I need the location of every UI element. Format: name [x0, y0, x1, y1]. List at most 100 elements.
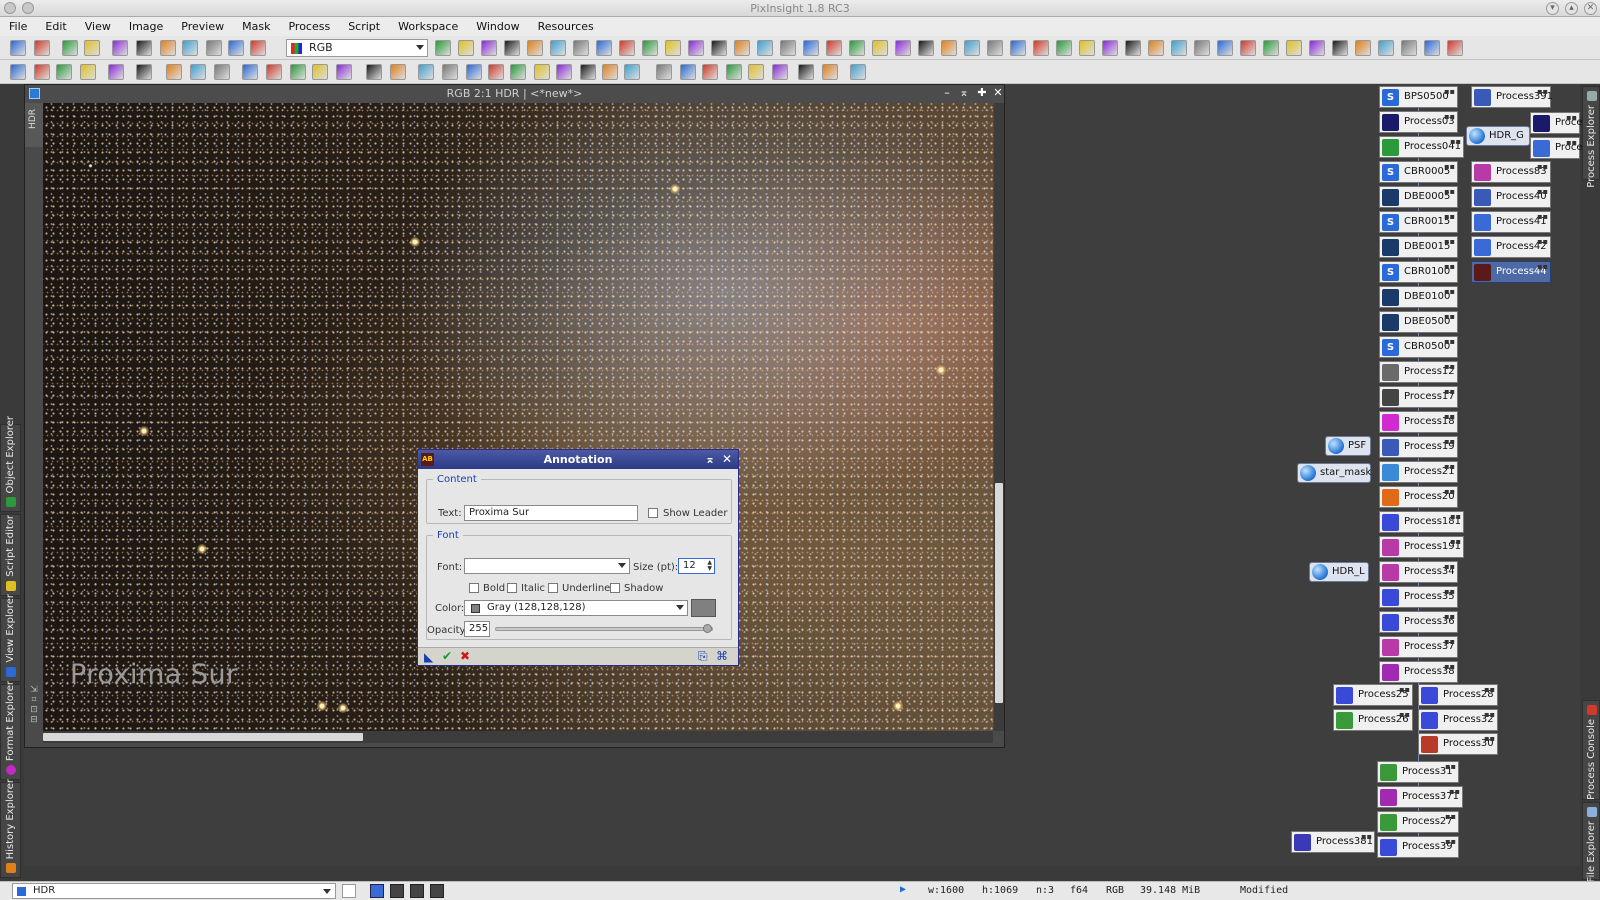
- drag-handle-icon[interactable]: ▪▪: [1399, 686, 1410, 694]
- scroll-thumb[interactable]: [995, 483, 1003, 703]
- toolbar-button-icon[interactable]: [336, 64, 352, 80]
- process-icon[interactable]: Process391 ▪▪: [1471, 86, 1553, 108]
- color-picker-button[interactable]: [691, 599, 716, 617]
- drag-handle-icon[interactable]: ▪▪: [1444, 663, 1455, 671]
- underline-label[interactable]: Underline: [562, 583, 610, 594]
- toolbar-button-icon[interactable]: [112, 40, 128, 56]
- tab-script-editor[interactable]: Script Editor: [0, 514, 21, 596]
- drag-handle-icon[interactable]: ▪▪: [1566, 114, 1577, 122]
- lock-icon[interactable]: ⇲: [25, 685, 43, 695]
- menu-edit[interactable]: Edit: [36, 17, 75, 36]
- drag-handle-icon[interactable]: ▪▪: [1444, 88, 1455, 96]
- toolbar-button-icon[interactable]: [1332, 40, 1348, 56]
- toolbar-button-icon[interactable]: [642, 40, 658, 56]
- iconize-icon[interactable]: ⌅: [957, 86, 971, 100]
- toolbar-button-icon[interactable]: [62, 40, 78, 56]
- show-leader-label[interactable]: Show Leader: [663, 508, 727, 519]
- tab-format-explorer[interactable]: Format Explorer: [0, 681, 21, 780]
- toolbar-button-icon[interactable]: [1309, 40, 1325, 56]
- toolbar-button-icon[interactable]: [918, 40, 934, 56]
- drag-handle-icon[interactable]: ▪▪: [1444, 288, 1455, 296]
- toolbar-button-icon[interactable]: [136, 64, 152, 80]
- toolbar-button-icon[interactable]: [1194, 40, 1210, 56]
- apply-icon[interactable]: ✔: [442, 649, 452, 663]
- toolbar-button-icon[interactable]: [228, 40, 244, 56]
- toolbar-button-icon[interactable]: [822, 64, 838, 80]
- toolbar-button-icon[interactable]: [680, 64, 696, 80]
- toolbar-button-icon[interactable]: [504, 40, 520, 56]
- toolbar-button-icon[interactable]: [182, 40, 198, 56]
- drag-handle-icon[interactable]: ▪▪: [1445, 838, 1456, 846]
- process-icon[interactable]: Process35 ▪▪: [1379, 586, 1458, 608]
- toolbar-button-icon[interactable]: [602, 64, 618, 80]
- drag-handle-icon[interactable]: ▪▪: [1450, 513, 1461, 521]
- toolbar-button-icon[interactable]: [580, 64, 596, 80]
- image-icon[interactable]: PSF: [1325, 436, 1371, 456]
- toolbar-button-icon[interactable]: [136, 40, 152, 56]
- toolbar-button-icon[interactable]: [266, 64, 282, 80]
- toolbar-button-icon[interactable]: [488, 64, 504, 80]
- process-icon[interactable]: DBE0015 ▪▪: [1379, 236, 1458, 258]
- process-icon[interactable]: Process27 ▪▪: [1377, 811, 1459, 833]
- cancel-icon[interactable]: ✖: [460, 649, 470, 663]
- toolbar-button-icon[interactable]: [242, 64, 258, 80]
- shade-icon[interactable]: ⌅: [703, 452, 717, 466]
- toolbar-button-icon[interactable]: [84, 40, 100, 56]
- new-view-icon[interactable]: [342, 884, 356, 898]
- process-icon[interactable]: Process03 ▪▪: [1379, 111, 1458, 133]
- toolbar-button-icon[interactable]: [964, 40, 980, 56]
- toolbar-button-icon[interactable]: [1102, 40, 1118, 56]
- process-icon[interactable]: Proce ▪▪: [1530, 112, 1583, 134]
- color-select[interactable]: Gray (128,128,128): [464, 600, 688, 616]
- toolbar-button-icon[interactable]: [1447, 40, 1463, 56]
- tab-process-console[interactable]: Process Console: [1582, 700, 1600, 800]
- drag-handle-icon[interactable]: ▪▪: [1450, 138, 1461, 146]
- new-instance-icon[interactable]: ◣: [424, 650, 433, 664]
- tab-object-explorer[interactable]: Object Explorer: [0, 416, 21, 512]
- drag-handle-icon[interactable]: ▪▪: [1445, 763, 1456, 771]
- italic-label[interactable]: Italic: [521, 583, 545, 594]
- process-icon[interactable]: S CBR0500 ▪▪: [1379, 336, 1458, 358]
- process-icon[interactable]: Process41 ▪▪: [1471, 211, 1551, 233]
- drag-handle-icon[interactable]: ▪▪: [1484, 735, 1495, 743]
- scroll-thumb[interactable]: [43, 733, 363, 741]
- tab-history-explorer[interactable]: History Explorer: [0, 779, 21, 878]
- toolbar-button-icon[interactable]: [190, 64, 206, 80]
- close-icon[interactable]: ✕: [720, 452, 734, 466]
- toolbar-button-icon[interactable]: [1010, 40, 1026, 56]
- toolbar-button-icon[interactable]: [850, 64, 866, 80]
- drag-handle-icon[interactable]: ▪▪: [1444, 563, 1455, 571]
- shade-icon[interactable]: –: [940, 86, 954, 100]
- drag-handle-icon[interactable]: ▪▪: [1444, 438, 1455, 446]
- toolbar-button-icon[interactable]: [214, 64, 230, 80]
- process-icon[interactable]: Process371 ▪▪: [1377, 786, 1463, 808]
- menu-image[interactable]: Image: [120, 17, 172, 36]
- process-icon[interactable]: DBE0500 ▪▪: [1379, 311, 1458, 333]
- tab-file-explorer[interactable]: File Explorer: [1582, 802, 1600, 883]
- toolbar-button-icon[interactable]: [1424, 40, 1440, 56]
- process-icon[interactable]: Process181 ▪▪: [1379, 511, 1464, 533]
- app-menu-icon[interactable]: [4, 2, 16, 14]
- show-leader-checkbox[interactable]: [648, 508, 658, 518]
- toolbar-button-icon[interactable]: [466, 64, 482, 80]
- process-icon[interactable]: Process36 ▪▪: [1379, 611, 1458, 633]
- toolbar-button-icon[interactable]: [772, 64, 788, 80]
- slider-handle[interactable]: [703, 624, 712, 633]
- menu-mask[interactable]: Mask: [233, 17, 279, 36]
- size-spinbox[interactable]: 12 ▲ ▼: [678, 558, 715, 574]
- toolbar-button-icon[interactable]: [573, 40, 589, 56]
- shadow-label[interactable]: Shadow: [624, 583, 663, 594]
- process-icon[interactable]: DBE0005 ▪▪: [1379, 186, 1458, 208]
- maximize-icon[interactable]: ✚: [975, 86, 989, 100]
- font-select[interactable]: [464, 558, 630, 574]
- toolbar-button-icon[interactable]: [1355, 40, 1371, 56]
- toolbar-button-icon[interactable]: [1056, 40, 1072, 56]
- drag-handle-icon[interactable]: ▪▪: [1444, 313, 1455, 321]
- drag-handle-icon[interactable]: ▪▪: [1444, 188, 1455, 196]
- pin-icon[interactable]: ⊡: [25, 705, 43, 715]
- rgb-channel-select[interactable]: RGB: [286, 39, 428, 57]
- link-icon[interactable]: ⌗: [25, 695, 43, 705]
- drag-handle-icon[interactable]: ▪▪: [1444, 463, 1455, 471]
- drag-handle-icon[interactable]: ▪▪: [1444, 488, 1455, 496]
- minimize-icon[interactable]: ▾: [1546, 2, 1559, 15]
